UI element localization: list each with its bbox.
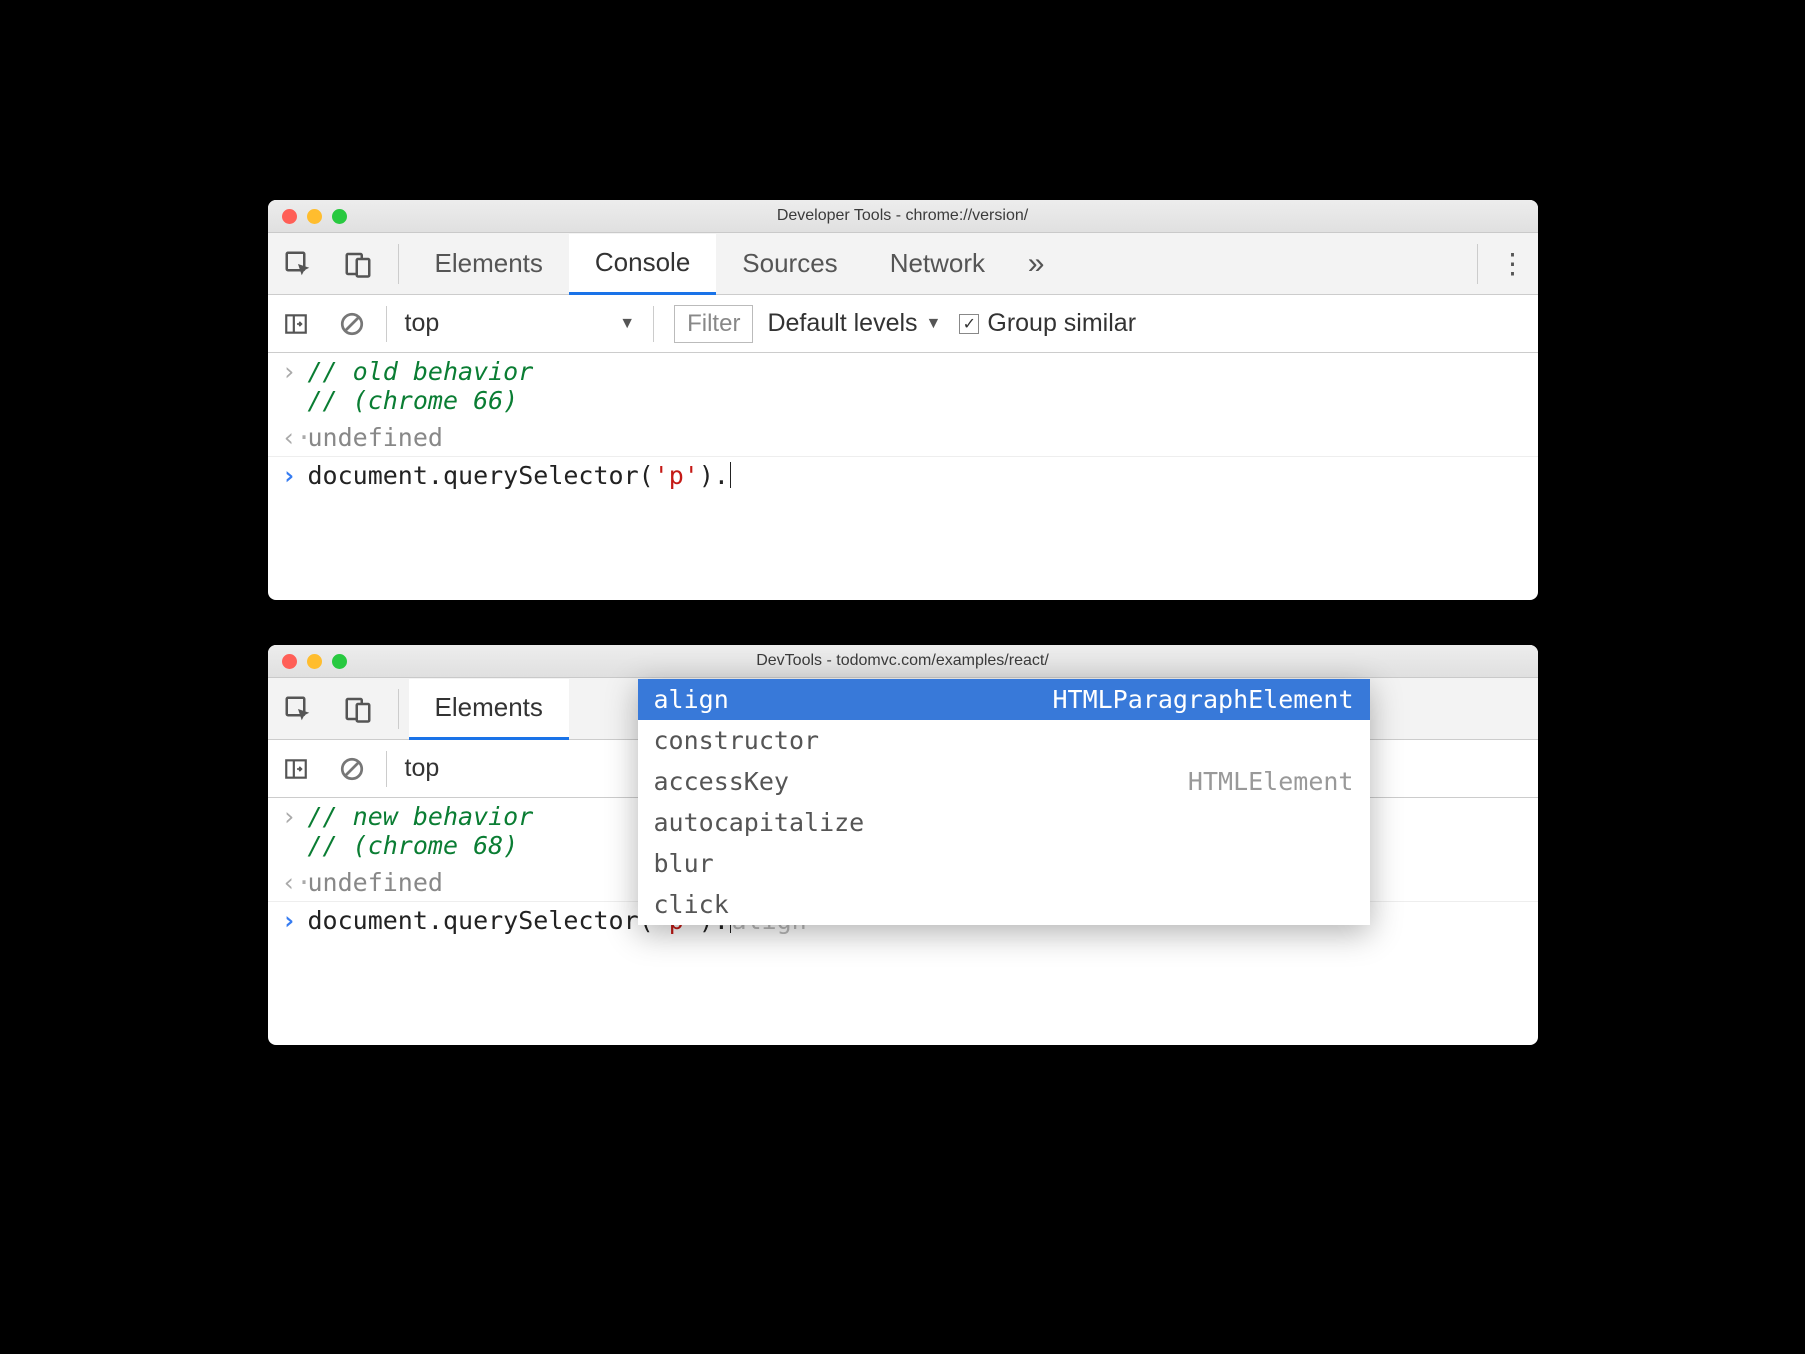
settings-menu-icon[interactable]: ⋮ bbox=[1488, 247, 1538, 280]
window-title: DevTools - todomvc.com/examples/react/ bbox=[268, 652, 1538, 670]
group-similar-label: Group similar bbox=[987, 309, 1136, 338]
checkbox-icon: ✓ bbox=[959, 314, 979, 334]
autocomplete-item-name: click bbox=[654, 890, 729, 919]
console-result: undefined bbox=[308, 868, 443, 897]
devtools-window-new: DevTools - todomvc.com/examples/react/ E… bbox=[268, 645, 1538, 1045]
devtools-tabstrip: Elements Console Sources Network » ⋮ bbox=[268, 233, 1538, 295]
log-levels-selector[interactable]: Default levels ▼ bbox=[767, 309, 941, 338]
prompt-chevron-icon: › bbox=[282, 906, 308, 935]
devtools-window-old: Developer Tools - chrome://version/ Elem… bbox=[268, 200, 1538, 600]
titlebar: Developer Tools - chrome://version/ bbox=[268, 200, 1538, 233]
text-cursor bbox=[730, 462, 732, 488]
tab-elements[interactable]: Elements bbox=[409, 233, 569, 294]
context-selector[interactable]: top bbox=[393, 754, 452, 783]
input-chevron-icon: › bbox=[282, 802, 308, 831]
close-icon[interactable] bbox=[282, 209, 297, 224]
console-comment: // new behavior bbox=[308, 802, 534, 831]
tab-elements[interactable]: Elements bbox=[409, 679, 569, 740]
context-selector[interactable]: top ▼ bbox=[393, 309, 648, 338]
tab-sources[interactable]: Sources bbox=[716, 233, 863, 294]
close-icon[interactable] bbox=[282, 654, 297, 669]
chevron-down-icon: ▼ bbox=[926, 315, 942, 333]
autocomplete-item-name: align bbox=[654, 685, 729, 714]
maximize-icon[interactable] bbox=[332, 209, 347, 224]
group-similar-checkbox[interactable]: ✓ Group similar bbox=[959, 309, 1136, 338]
sidebar-toggle-icon[interactable] bbox=[268, 740, 324, 797]
autocomplete-popup: align HTMLParagraphElement constructor acce… bbox=[638, 679, 1370, 925]
context-label: top bbox=[405, 309, 440, 338]
minimize-icon[interactable] bbox=[307, 654, 322, 669]
minimize-icon[interactable] bbox=[307, 209, 322, 224]
console-toolbar: top ▼ Filter Default levels ▼ ✓ Group si… bbox=[268, 295, 1538, 353]
clear-console-icon[interactable] bbox=[324, 295, 380, 352]
device-toggle-icon[interactable] bbox=[328, 678, 388, 739]
clear-console-icon[interactable] bbox=[324, 740, 380, 797]
console-comment: // (chrome 66) bbox=[308, 386, 534, 415]
autocomplete-item[interactable]: click bbox=[638, 884, 1370, 925]
autocomplete-item-name: accessKey bbox=[654, 767, 789, 796]
titlebar: DevTools - todomvc.com/examples/react/ bbox=[268, 645, 1538, 678]
console-input[interactable]: document.querySelector('p'). bbox=[308, 461, 732, 490]
autocomplete-item-name: autocapitalize bbox=[654, 808, 865, 837]
tab-console[interactable]: Console bbox=[569, 234, 716, 295]
output-chevron-icon: ‹· bbox=[282, 868, 308, 897]
sidebar-toggle-icon[interactable] bbox=[268, 295, 324, 352]
window-title: Developer Tools - chrome://version/ bbox=[268, 207, 1538, 225]
autocomplete-item-source: HTMLParagraphElement bbox=[1052, 685, 1353, 714]
console-comment: // old behavior bbox=[308, 357, 534, 386]
context-label: top bbox=[405, 754, 440, 783]
output-chevron-icon: ‹· bbox=[282, 423, 308, 452]
autocomplete-item[interactable]: accessKey HTMLElement bbox=[638, 761, 1370, 802]
chevron-down-icon: ▼ bbox=[619, 315, 635, 333]
console-result: undefined bbox=[308, 423, 443, 452]
levels-label: Default levels bbox=[767, 309, 917, 338]
autocomplete-item[interactable]: align HTMLParagraphElement bbox=[638, 679, 1370, 720]
tab-network[interactable]: Network bbox=[864, 233, 1011, 294]
autocomplete-item[interactable]: blur bbox=[638, 843, 1370, 884]
autocomplete-item[interactable]: constructor bbox=[638, 720, 1370, 761]
autocomplete-item-source: HTMLElement bbox=[1188, 767, 1354, 796]
console-output: › // old behavior // (chrome 66) ‹· unde… bbox=[268, 353, 1538, 494]
prompt-chevron-icon: › bbox=[282, 461, 308, 490]
input-chevron-icon: › bbox=[282, 357, 308, 386]
filter-input[interactable]: Filter bbox=[674, 305, 753, 343]
device-toggle-icon[interactable] bbox=[328, 233, 388, 294]
tabs-overflow-icon[interactable]: » bbox=[1011, 247, 1061, 281]
maximize-icon[interactable] bbox=[332, 654, 347, 669]
autocomplete-item[interactable]: autocapitalize bbox=[638, 802, 1370, 843]
autocomplete-item-name: constructor bbox=[654, 726, 820, 755]
autocomplete-item-name: blur bbox=[654, 849, 714, 878]
inspect-icon[interactable] bbox=[268, 233, 328, 294]
console-comment: // (chrome 68) bbox=[308, 831, 534, 860]
inspect-icon[interactable] bbox=[268, 678, 328, 739]
